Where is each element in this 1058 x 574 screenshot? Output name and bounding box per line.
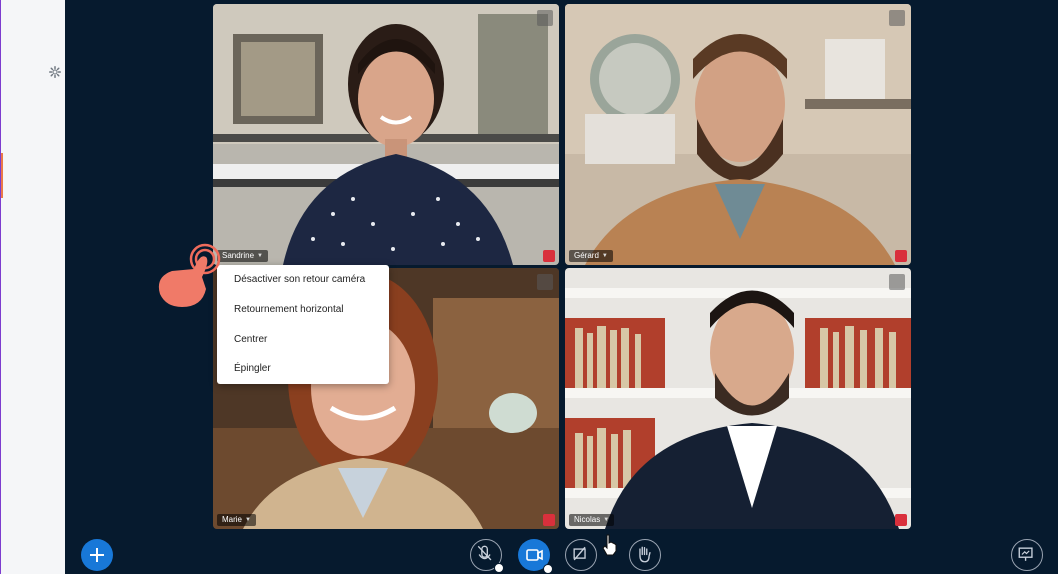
- gear-icon[interactable]: [49, 66, 61, 78]
- video-tile-gerard[interactable]: Gérard ▼: [565, 4, 911, 265]
- screen-share-button[interactable]: [565, 539, 597, 571]
- add-button[interactable]: [81, 539, 113, 571]
- menu-item-disable-self-view[interactable]: Désactiver son retour caméra: [234, 274, 365, 285]
- plus-icon: [90, 548, 104, 562]
- expand-icon[interactable]: [537, 274, 553, 290]
- hand-cursor-icon: [602, 534, 617, 556]
- microphone-muted-icon: [543, 250, 555, 262]
- participant-video: [565, 268, 911, 529]
- expand-icon[interactable]: [537, 10, 553, 26]
- participant-name-label[interactable]: Marie ▼: [217, 514, 256, 526]
- pointing-hand-icon: [158, 243, 221, 307]
- microphone-options-badge[interactable]: [494, 563, 504, 573]
- participant-name-label[interactable]: Gérard ▼: [569, 250, 613, 262]
- presentation-button[interactable]: [1011, 539, 1043, 571]
- left-sidebar: [0, 0, 65, 574]
- participant-video: [213, 4, 559, 265]
- participant-video: [565, 4, 911, 265]
- camera-button[interactable]: [518, 539, 553, 574]
- video-tile-nicolas[interactable]: Nicolas ▼: [565, 268, 911, 529]
- screen-share-off-icon: [573, 546, 586, 561]
- expand-icon[interactable]: [889, 274, 905, 290]
- raise-hand-button[interactable]: [629, 539, 661, 571]
- menu-item-flip-horizontal[interactable]: Retournement horizontal: [234, 304, 344, 315]
- microphone-muted-icon: [895, 250, 907, 262]
- raise-hand-icon: [639, 546, 651, 563]
- chevron-down-icon: ▼: [601, 253, 608, 259]
- microphone-muted-icon: [543, 514, 555, 526]
- microphone-muted-icon: [895, 514, 907, 526]
- chevron-down-icon: ▼: [603, 517, 610, 523]
- chevron-down-icon: ▼: [257, 253, 263, 259]
- expand-icon[interactable]: [889, 10, 905, 26]
- microphone-button[interactable]: [470, 539, 504, 573]
- camera-options-badge[interactable]: [543, 564, 553, 574]
- presentation-icon: [1018, 547, 1033, 561]
- chevron-down-icon: ▼: [245, 517, 251, 523]
- menu-item-pin[interactable]: Épingler: [234, 363, 271, 374]
- menu-item-center[interactable]: Centrer: [234, 334, 267, 345]
- sidebar-accent: [1, 153, 3, 198]
- video-tile-sandrine[interactable]: Sandrine ▼: [213, 4, 559, 265]
- participant-name-label[interactable]: Nicolas ▼: [569, 514, 615, 526]
- video-context-menu: Désactiver son retour caméra Retournemen…: [217, 265, 389, 384]
